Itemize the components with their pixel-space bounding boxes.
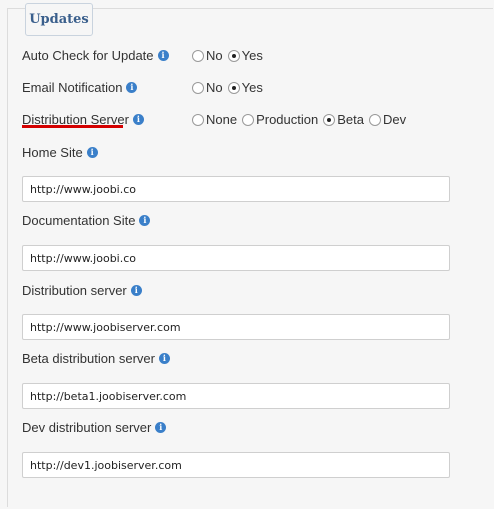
documentation-site-label: Documentation Site [22,213,136,228]
auto-check-yes-radio[interactable]: Yes [227,48,263,63]
radio-label: Yes [241,80,263,95]
beta-distribution-server-label: Beta distribution server [22,351,155,366]
red-highlight-underline [22,125,123,128]
info-icon[interactable]: i [86,147,98,158]
info-icon[interactable]: i [157,50,169,61]
distribution-server-url-label: Distribution server [22,283,127,298]
radio-label: Dev [382,112,407,127]
info-icon[interactable]: i [139,215,151,226]
section-legend: Updates [25,3,93,36]
email-notification-radios: No Yes [192,80,268,95]
email-notification-label-row: Email Notification i [22,80,138,95]
radio-label: Beta [337,112,364,127]
info-icon[interactable]: i [132,114,144,125]
radio-circle[interactable] [192,49,204,62]
radio-label: Production [256,112,319,127]
home-site-label-row: Home Site i [22,145,98,160]
distribution-production-radio[interactable]: Production [242,112,318,127]
radio-circle-selected[interactable] [323,113,336,126]
distribution-server-url-label-row: Distribution server i [22,283,142,298]
info-icon[interactable]: i [126,82,138,93]
info-icon[interactable]: i [155,422,167,433]
radio-circle[interactable] [192,113,204,126]
radio-label: Yes [241,48,263,63]
dev-distribution-server-label-row: Dev distribution server i [22,420,167,435]
auto-check-radios: No Yes [192,48,268,63]
beta-distribution-server-label-row: Beta distribution server i [22,351,170,366]
radio-circle-selected[interactable] [227,81,240,94]
distribution-beta-radio[interactable]: Beta [323,112,364,127]
radio-label: No [206,80,223,95]
distribution-server-radios: None Production Beta Dev [192,112,411,127]
radio-label: No [206,48,223,63]
email-notification-yes-radio[interactable]: Yes [227,80,263,95]
radio-circle[interactable] [368,113,381,126]
distribution-none-radio[interactable]: None [192,112,237,127]
auto-check-label-row: Auto Check for Update i [22,48,169,63]
auto-check-label: Auto Check for Update [22,48,154,63]
dev-distribution-server-input[interactable] [22,452,450,478]
home-site-input[interactable] [22,176,450,202]
documentation-site-input[interactable] [22,245,450,271]
distribution-server-input[interactable] [22,314,450,340]
radio-circle-selected[interactable] [227,49,240,62]
radio-circle[interactable] [192,81,204,94]
email-notification-label: Email Notification [22,80,123,95]
distribution-dev-radio[interactable]: Dev [368,112,407,127]
home-site-label: Home Site [22,145,83,160]
info-icon[interactable]: i [130,285,142,296]
documentation-site-label-row: Documentation Site i [22,213,151,228]
dev-distribution-server-label: Dev distribution server [22,420,152,435]
auto-check-no-radio[interactable]: No [192,48,223,63]
email-notification-no-radio[interactable]: No [192,80,223,95]
radio-label: None [206,112,238,127]
section-legend-text: Updates [29,12,89,27]
info-icon[interactable]: i [158,353,170,364]
beta-distribution-server-input[interactable] [22,383,450,409]
radio-circle[interactable] [242,113,255,126]
